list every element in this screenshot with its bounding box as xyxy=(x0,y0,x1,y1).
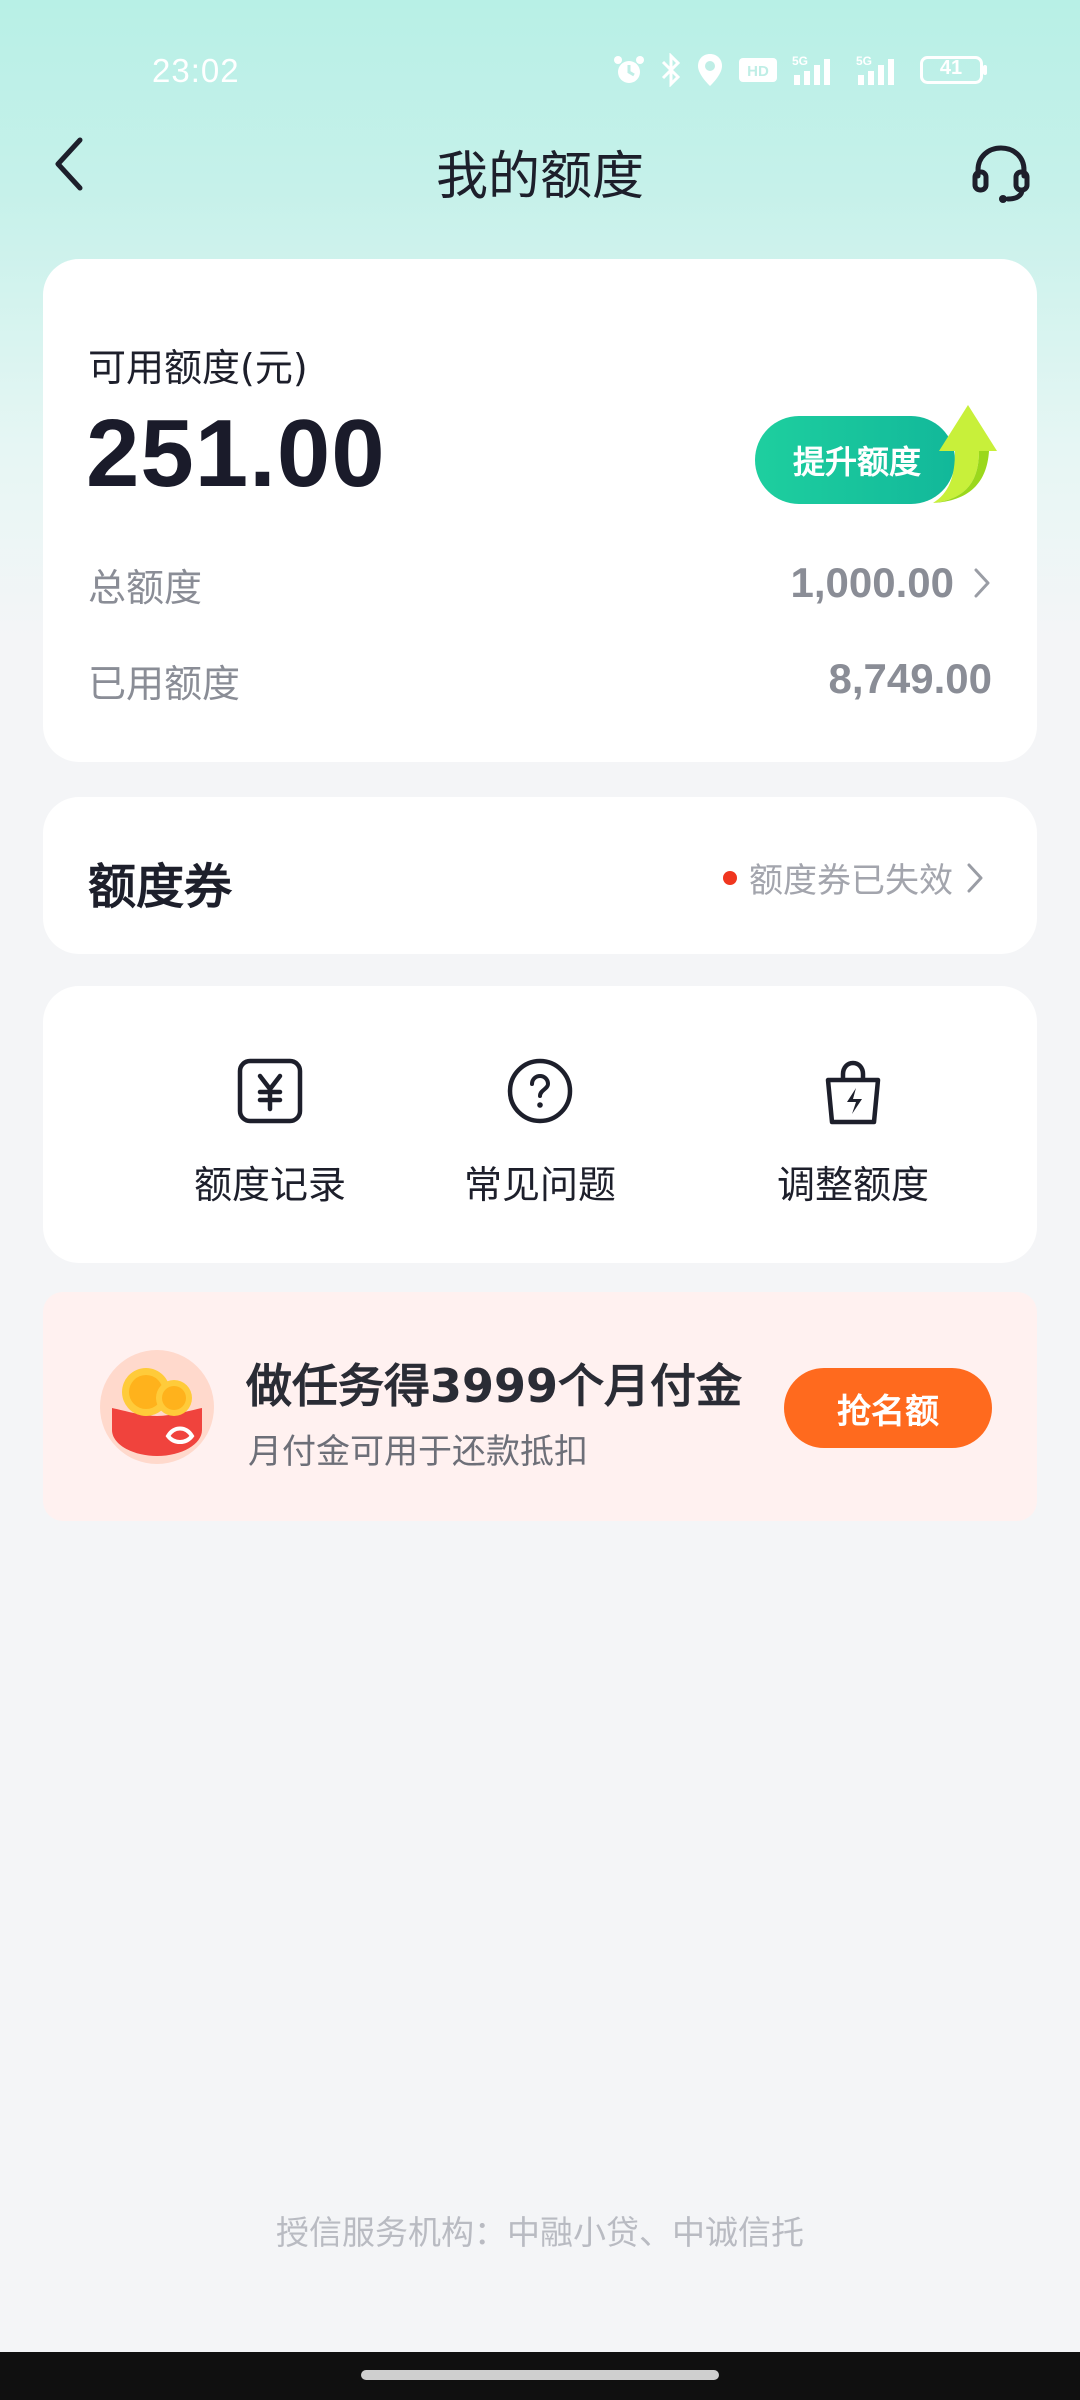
customer-service-button[interactable] xyxy=(966,138,1036,208)
quick-actions-card: 额度记录 常见问题 调整额度 xyxy=(43,986,1037,1263)
adjust-quota-label: 调整额度 xyxy=(776,1163,929,1207)
credit-institution-text: 授信服务机构：中融小贷、中诚信托 xyxy=(276,2213,804,2252)
signal-5g-icon-2: 5G xyxy=(856,53,906,87)
promo-subtitle: 月付金可用于还款抵扣 xyxy=(248,1432,588,1472)
yuan-icon xyxy=(235,1056,305,1126)
signal-5g-icon: 5G xyxy=(792,53,842,87)
faq-button[interactable]: 常见问题 xyxy=(410,1056,670,1209)
used-quota-value: 8,749.00 xyxy=(828,655,993,702)
bag-lightning-icon xyxy=(818,1056,888,1126)
raise-quota-label: 提升额度 xyxy=(793,443,922,481)
total-quota-value: 1,000.00 xyxy=(790,559,955,606)
promo-title: 做任务得3999个月付金 xyxy=(246,1359,743,1413)
used-quota-label: 已用额度 xyxy=(88,662,241,706)
svg-text:5G: 5G xyxy=(856,54,872,68)
battery-icon: 41 xyxy=(920,55,988,85)
quota-coupon-card[interactable]: 额度券 额度券已失效 xyxy=(43,797,1037,954)
total-quota-row[interactable]: 1,000.00 xyxy=(791,559,993,607)
promo-banner[interactable]: 做任务得3999个月付金 月付金可用于还款抵扣 抢名额 xyxy=(43,1292,1037,1521)
available-quota-label: 可用额度(元) xyxy=(88,346,308,390)
question-icon xyxy=(505,1056,575,1126)
status-dot xyxy=(723,870,737,885)
hd-icon: HD xyxy=(738,55,778,85)
status-icons: HD 5G 5G 41 xyxy=(612,50,988,90)
location-icon xyxy=(696,52,724,88)
svg-text:5G: 5G xyxy=(792,54,808,68)
headset-icon xyxy=(972,145,1030,203)
coin-wallet-icon xyxy=(98,1348,216,1466)
arrow-up-icon xyxy=(933,405,997,503)
bluetooth-icon xyxy=(660,53,682,87)
nav-bar: 我的额度 xyxy=(0,120,1080,216)
coupon-status-text: 额度券已失效 xyxy=(749,861,953,901)
coupon-title: 额度券 xyxy=(88,859,233,915)
chevron-right-icon xyxy=(974,568,990,598)
quota-card: 可用额度(元) 251.00 提升额度 总额度 1,000.00 已用额度 8,… xyxy=(43,259,1037,762)
chevron-right-icon xyxy=(967,863,983,892)
alarm-icon xyxy=(612,53,646,87)
total-quota-label: 总额度 xyxy=(88,566,203,610)
quota-record-label: 额度记录 xyxy=(193,1163,346,1207)
grab-spot-button[interactable]: 抢名额 xyxy=(784,1368,992,1448)
adjust-quota-button[interactable]: 调整额度 xyxy=(723,1056,983,1209)
battery-level: 41 xyxy=(939,57,963,79)
svg-text:HD: HD xyxy=(747,63,769,80)
available-quota-amount: 251.00 xyxy=(86,400,386,507)
coupon-status: 额度券已失效 xyxy=(723,853,985,902)
status-bar: 23:02 HD 5G 5G 41 xyxy=(0,0,1080,140)
status-time: 23:02 xyxy=(152,52,240,89)
system-nav-bar xyxy=(0,2352,1080,2400)
faq-label: 常见问题 xyxy=(463,1163,616,1207)
home-indicator[interactable] xyxy=(361,2370,719,2380)
quota-record-button[interactable]: 额度记录 xyxy=(140,1056,400,1209)
page-title: 我的额度 xyxy=(435,147,644,207)
